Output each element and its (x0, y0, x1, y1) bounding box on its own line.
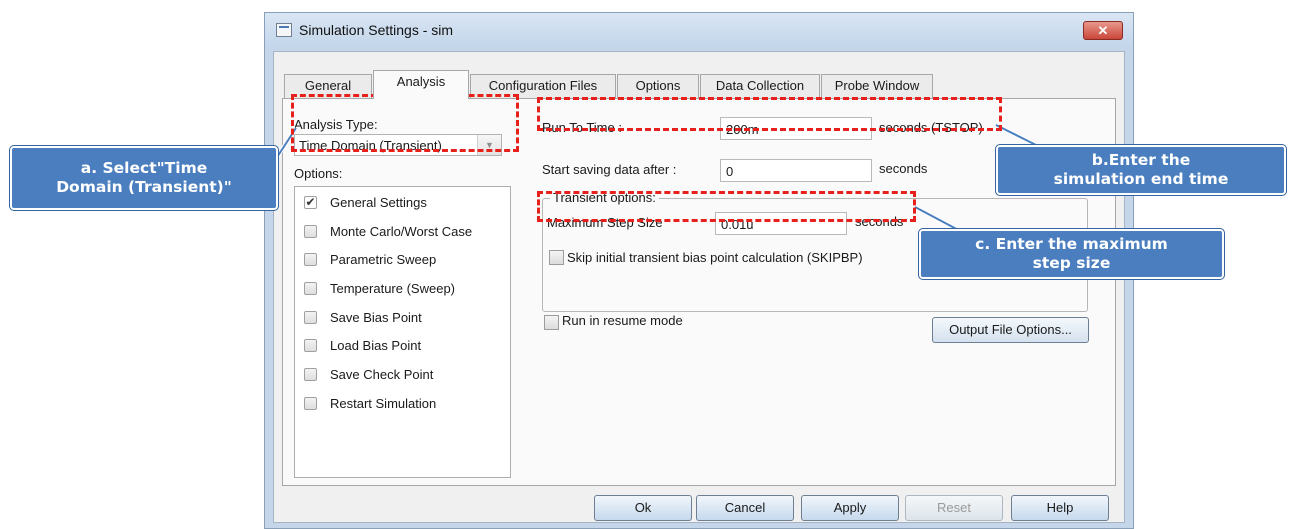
tab-analysis[interactable]: Analysis (373, 70, 469, 99)
callout-b: b.Enter the simulation end time (995, 144, 1287, 196)
callout-a: a. Select"Time Domain (Transient)" (9, 145, 279, 211)
highlight-max-step-size (537, 191, 916, 222)
highlight-analysis-type (291, 94, 519, 152)
callout-c: c. Enter the maximum step size (918, 228, 1225, 280)
highlight-run-to-time (537, 97, 1002, 131)
leader-line-b (995, 124, 1041, 148)
